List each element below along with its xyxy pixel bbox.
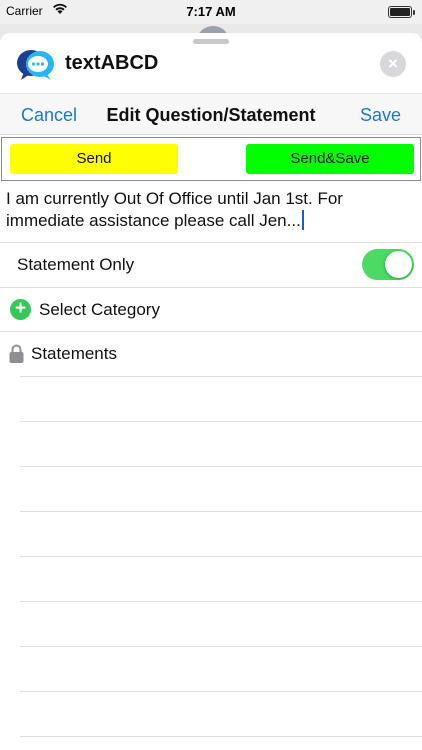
battery-icon (388, 6, 415, 18)
message-text: I am currently Out Of Office until Jan 1… (6, 189, 343, 230)
page-title: Edit Question/Statement (106, 105, 316, 125)
select-category-row[interactable]: + Select Category (0, 287, 422, 331)
text-cursor (301, 210, 304, 230)
statement-only-row: Statement Only (0, 242, 422, 286)
lock-icon (9, 344, 24, 364)
status-time: 7:17 AM (186, 4, 236, 19)
statements-label: Statements (31, 344, 117, 363)
list-separator (20, 466, 422, 467)
list-separator (20, 376, 422, 377)
statement-only-toggle[interactable] (362, 249, 414, 280)
list-separator (20, 556, 422, 557)
statements-row[interactable]: Statements (0, 331, 422, 375)
list-separator (20, 511, 422, 512)
close-icon: × (388, 54, 398, 73)
save-button[interactable]: Save (360, 105, 401, 126)
screen: Carrier 7:17 AM textABCD × Cancel Edit Q… (0, 0, 422, 750)
send-button[interactable]: Send (10, 144, 178, 174)
close-button[interactable]: × (380, 51, 406, 77)
list-separator (20, 691, 422, 692)
send-and-save-button[interactable]: Send&Save (246, 144, 414, 174)
app-name: textABCD (65, 52, 159, 74)
list-separator (20, 646, 422, 647)
list-separator (20, 601, 422, 602)
status-bar: Carrier 7:17 AM (0, 0, 422, 24)
toggle-knob (385, 251, 412, 278)
action-row: Send Send&Save (1, 137, 421, 181)
statement-only-label: Statement Only (17, 255, 135, 274)
list-separator (20, 736, 422, 737)
select-category-label: Select Category (39, 300, 160, 319)
navigation-bar: Cancel Edit Question/Statement Save (0, 93, 422, 135)
message-text-input[interactable]: I am currently Out Of Office until Jan 1… (6, 188, 416, 232)
app-logo-icon (16, 48, 56, 82)
app-header: textABCD × (0, 43, 422, 99)
add-icon: + (10, 299, 31, 320)
list-separator (20, 421, 422, 422)
modal-sheet: textABCD × Cancel Edit Question/Statemen… (0, 33, 422, 750)
